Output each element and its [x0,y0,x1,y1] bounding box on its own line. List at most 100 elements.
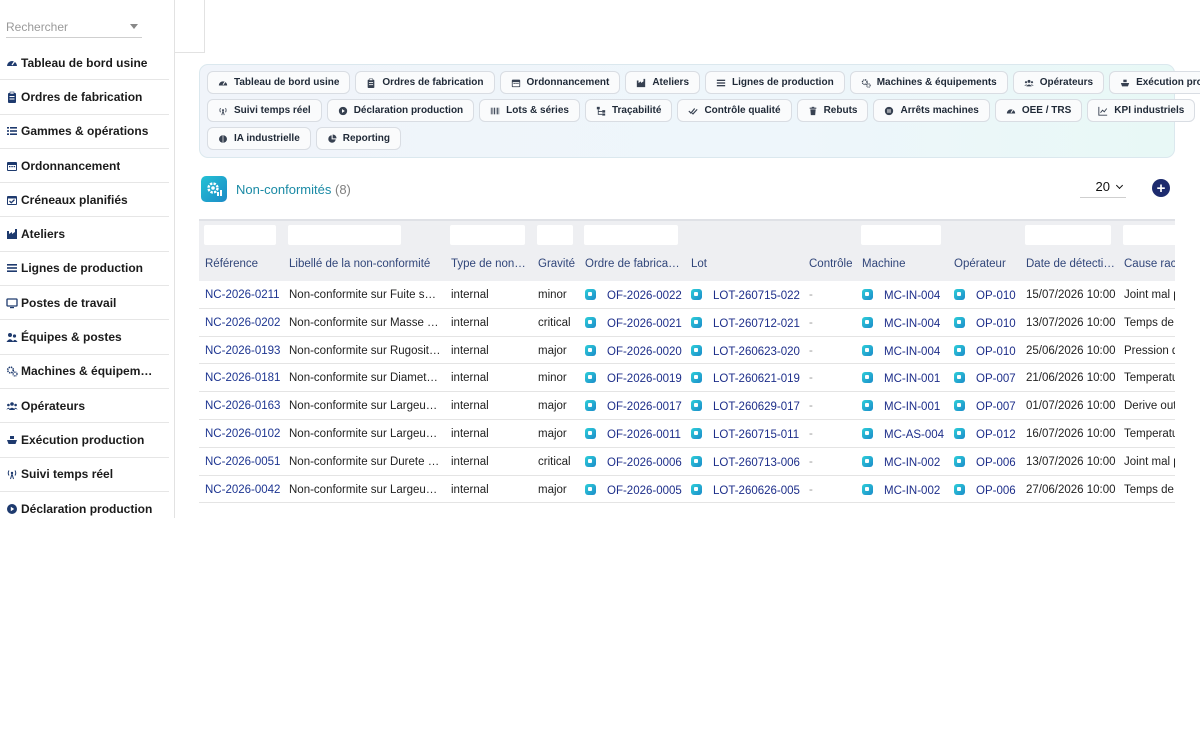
cell-operator[interactable]: OP-012 [954,428,1020,441]
cell-of[interactable]: OF-2026-0019 [585,372,687,385]
cell-operator[interactable]: OP-010 [954,344,1020,358]
record-link-icon[interactable] [862,344,873,356]
record-link-icon[interactable] [862,316,873,328]
sidebar-item-5[interactable]: Ateliers [0,217,169,252]
nav-chip[interactable]: Opérateurs [1012,71,1105,94]
nav-chip[interactable]: Tableau de bord usine [207,71,351,94]
cell-lot[interactable]: LOT-260621-019 [691,372,803,385]
cell-machine[interactable]: MC-AS-004 [862,428,950,441]
cell-ref[interactable]: NC-2026-0202 [205,317,285,329]
record-link-icon[interactable] [585,316,596,328]
record-link-icon[interactable] [954,316,965,328]
cell-operator[interactable]: OP-010 [954,289,1020,302]
column-header[interactable]: Cause raci [1124,258,1175,270]
record-link-icon[interactable] [691,372,702,384]
column-filter-input[interactable] [450,225,525,245]
nav-chip[interactable]: Lots & séries [479,99,580,122]
column-filter-input[interactable] [1025,225,1111,245]
nav-chip[interactable]: Rebuts [796,99,869,122]
cell-text[interactable]: LOT-260626-005 [713,485,800,497]
cell-machine[interactable]: MC-IN-004 [862,344,950,358]
record-link-icon[interactable] [954,400,965,412]
column-header[interactable]: Référence [205,258,285,270]
nav-chip[interactable]: Ateliers [625,71,701,94]
cell-ref[interactable]: NC-2026-0193 [205,345,285,357]
record-link-icon[interactable] [585,455,596,467]
column-filter-input[interactable] [204,225,276,245]
nav-chip[interactable]: Contrôle qualité [677,99,792,122]
record-link-icon[interactable] [862,289,873,300]
table-row[interactable]: NC-2026-0042 Non-conformite sur Largeur …… [199,476,1175,503]
cell-text[interactable]: LOT-260629-017 [713,401,800,413]
cell-text[interactable]: OF-2026-0021 [607,318,682,330]
cell-text[interactable]: OP-012 [976,429,1016,441]
cell-ref[interactable]: NC-2026-0211 [205,289,285,301]
cell-of[interactable]: OF-2026-0022 [585,289,687,302]
cell-operator[interactable]: OP-006 [954,455,1020,469]
sidebar-item-1[interactable]: Ordres de fabrication [0,80,169,115]
record-link-icon[interactable] [585,289,596,300]
column-filter-input[interactable] [1123,225,1175,245]
nav-chip[interactable]: Déclaration production [326,99,475,122]
cell-lot[interactable]: LOT-260715-022 [691,289,803,302]
cell-text[interactable]: LOT-260713-006 [713,457,800,469]
cell-text[interactable]: LOT-260621-019 [713,373,800,385]
record-link-icon[interactable] [585,483,596,495]
add-record-button[interactable]: + [1152,179,1170,197]
cell-of[interactable]: OF-2026-0011 [585,428,687,441]
cell-text[interactable]: MC-IN-002 [884,485,940,497]
nav-chip[interactable]: Machines & équipements [849,71,1008,94]
sidebar-item-10[interactable]: Opérateurs [0,389,169,424]
record-link-icon[interactable] [954,289,965,300]
cell-ref[interactable]: NC-2026-0042 [205,484,285,496]
cell-machine[interactable]: MC-IN-001 [862,372,950,385]
record-link-icon[interactable] [954,483,965,495]
record-link-icon[interactable] [691,289,702,300]
cell-machine[interactable]: MC-IN-001 [862,400,950,413]
table-row[interactable]: NC-2026-0193 Non-conformite sur Rugosit… i… [199,337,1175,365]
cell-text[interactable]: LOT-260715-022 [713,290,800,302]
nav-chip[interactable]: KPI industriels [1087,99,1196,122]
table-row[interactable]: NC-2026-0102 Non-conformite sur Largeur …… [199,420,1175,448]
nav-chip[interactable]: Ordonnancement [499,71,621,94]
record-link-icon[interactable] [585,428,596,439]
nav-chip[interactable]: Exécution production [1109,71,1200,94]
cell-lot[interactable]: LOT-260623-020 [691,344,803,358]
cell-lot[interactable]: LOT-260712-021 [691,316,803,330]
table-row[interactable]: NC-2026-0211 Non-conformite sur Fuite so…… [199,281,1175,309]
cell-text[interactable]: OP-006 [976,457,1016,469]
cell-text[interactable]: OF-2026-0022 [607,290,682,302]
sidebar-item-7[interactable]: Postes de travail [0,286,169,321]
cell-text[interactable]: MC-IN-002 [884,457,940,469]
cell-text[interactable]: MC-IN-001 [884,401,940,413]
record-link-icon[interactable] [691,316,702,328]
cell-text[interactable]: OP-007 [976,401,1016,413]
cell-lot[interactable]: LOT-260715-011 [691,428,803,441]
cell-text[interactable]: OF-2026-0020 [607,346,682,358]
record-link-icon[interactable] [691,400,702,412]
record-link-icon[interactable] [862,483,873,495]
nav-chip[interactable]: Lignes de production [705,71,845,94]
cell-of[interactable]: OF-2026-0006 [585,455,687,469]
cell-lot[interactable]: LOT-260713-006 [691,455,803,469]
cell-text[interactable]: MC-IN-004 [884,290,940,302]
column-header[interactable]: Gravité [538,258,580,270]
nav-chip[interactable]: Ordres de fabrication [355,71,495,94]
cell-text[interactable]: OP-010 [976,318,1016,330]
record-link-icon[interactable] [862,428,873,439]
table-row[interactable]: NC-2026-0051 Non-conformite sur Durete … i… [199,448,1175,476]
search-select[interactable]: Rechercher [6,16,142,38]
nav-chip[interactable]: OEE / TRS [994,99,1083,122]
record-link-icon[interactable] [691,483,702,495]
cell-lot[interactable]: LOT-260629-017 [691,400,803,413]
column-header[interactable]: Ordre de fabrica… [585,258,687,270]
cell-text[interactable]: OF-2026-0019 [607,373,682,385]
sidebar-item-13[interactable]: Déclaration production [0,492,169,518]
cell-machine[interactable]: MC-IN-002 [862,483,950,497]
table-row[interactable]: NC-2026-0202 Non-conformite sur Masse p… i… [199,309,1175,337]
cell-machine[interactable]: MC-IN-004 [862,289,950,302]
cell-ref[interactable]: NC-2026-0163 [205,400,285,412]
cell-machine[interactable]: MC-IN-004 [862,316,950,330]
cell-text[interactable]: MC-IN-001 [884,373,940,385]
cell-text[interactable]: OP-010 [976,346,1016,358]
